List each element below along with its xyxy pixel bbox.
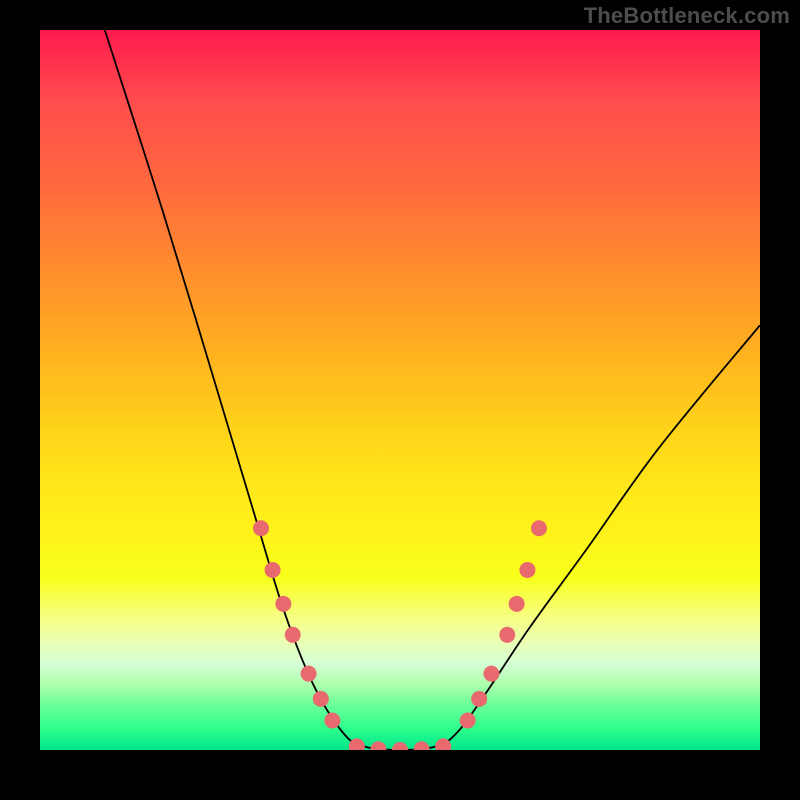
data-marker [509, 596, 525, 612]
data-marker [324, 712, 340, 728]
data-marker [285, 627, 301, 643]
plot-area [40, 30, 760, 750]
bottleneck-curve [105, 30, 760, 750]
watermark-text: TheBottleneck.com [584, 3, 790, 29]
data-marker [519, 562, 535, 578]
data-marker [301, 666, 317, 682]
chart-frame: TheBottleneck.com [0, 0, 800, 800]
data-marker [253, 520, 269, 536]
data-marker [460, 712, 476, 728]
marker-layer [253, 520, 547, 750]
data-marker [499, 627, 515, 643]
data-marker [483, 666, 499, 682]
data-marker [471, 691, 487, 707]
data-marker [531, 520, 547, 536]
chart-svg [40, 30, 760, 750]
data-marker [414, 741, 430, 750]
data-marker [275, 596, 291, 612]
data-marker [370, 741, 386, 750]
data-marker [265, 562, 281, 578]
data-marker [313, 691, 329, 707]
curve-layer [105, 30, 760, 750]
data-marker [392, 742, 408, 750]
